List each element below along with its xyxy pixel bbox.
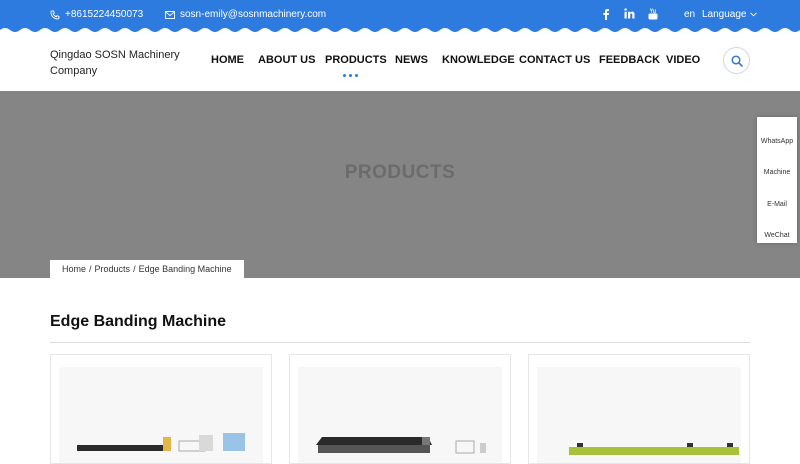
search-icon bbox=[730, 54, 743, 67]
product-card[interactable] bbox=[528, 354, 750, 464]
product-card[interactable] bbox=[289, 354, 511, 464]
active-nav-indicator bbox=[343, 74, 358, 77]
breadcrumb-current: Edge Banding Machine bbox=[138, 264, 232, 274]
mail-icon bbox=[165, 10, 175, 19]
section-title: Edge Banding Machine bbox=[50, 313, 227, 330]
top-bar: +8615224450073 sosn-emily@sosnmachinery.… bbox=[0, 0, 800, 36]
site-header: Qingdao SOSN Machinery Company HOME ABOU… bbox=[0, 36, 800, 91]
side-contact-panel: WhatsApp Machine E-Mail WeChat bbox=[757, 117, 797, 243]
breadcrumb-separator: / bbox=[133, 264, 136, 274]
product-image[interactable] bbox=[298, 367, 502, 463]
nav-news[interactable]: NEWS bbox=[395, 54, 428, 66]
banner-title: PRODUCTS bbox=[344, 162, 456, 183]
linkedin-icon[interactable] bbox=[624, 8, 635, 19]
language-code[interactable]: en bbox=[684, 9, 695, 20]
nav-video[interactable]: VIDEO bbox=[666, 54, 700, 66]
breadcrumb-home[interactable]: Home bbox=[62, 260, 86, 278]
chevron-down-icon bbox=[749, 12, 757, 17]
nav-about-us[interactable]: ABOUT US bbox=[258, 54, 315, 66]
phone-contact[interactable]: +8615224450073 bbox=[50, 9, 143, 20]
product-card[interactable] bbox=[50, 354, 272, 464]
nav-home[interactable]: HOME bbox=[211, 54, 244, 66]
product-image[interactable] bbox=[59, 367, 263, 463]
nav-knowledge[interactable]: KNOWLEDGE bbox=[442, 54, 515, 66]
page-banner: PRODUCTS Home / Products / Edge Banding … bbox=[0, 91, 800, 278]
section-divider bbox=[50, 342, 750, 343]
side-item-machine[interactable]: Machine bbox=[757, 169, 797, 176]
facebook-icon[interactable] bbox=[602, 8, 610, 20]
phone-icon bbox=[50, 10, 60, 19]
machine-illustration bbox=[77, 433, 245, 452]
machine-illustration bbox=[569, 443, 739, 455]
side-item-whatsapp[interactable]: WhatsApp bbox=[757, 138, 797, 145]
phone-number: +8615224450073 bbox=[65, 9, 144, 20]
product-image[interactable] bbox=[537, 367, 741, 463]
breadcrumb-separator: / bbox=[89, 264, 92, 274]
email-contact[interactable]: sosn-emily@sosnmachinery.com bbox=[165, 9, 326, 20]
side-item-wechat[interactable]: WeChat bbox=[757, 232, 797, 239]
wave-divider bbox=[0, 28, 800, 36]
language-label: Language bbox=[702, 9, 747, 20]
email-address: sosn-emily@sosnmachinery.com bbox=[180, 9, 327, 20]
nav-contact-us[interactable]: CONTACT US bbox=[519, 54, 590, 66]
youtube-icon[interactable] bbox=[648, 8, 658, 20]
language-selector[interactable]: Language bbox=[702, 9, 757, 20]
breadcrumb-products[interactable]: Products bbox=[95, 260, 131, 278]
side-item-email[interactable]: E-Mail bbox=[757, 201, 797, 208]
nav-feedback[interactable]: FEEDBACK bbox=[599, 54, 660, 66]
machine-illustration bbox=[316, 437, 486, 454]
company-name[interactable]: Qingdao SOSN Machinery Company bbox=[50, 47, 190, 79]
breadcrumb: Home / Products / Edge Banding Machine bbox=[50, 260, 244, 278]
nav-products[interactable]: PRODUCTS bbox=[325, 54, 387, 66]
search-button[interactable] bbox=[723, 47, 750, 74]
